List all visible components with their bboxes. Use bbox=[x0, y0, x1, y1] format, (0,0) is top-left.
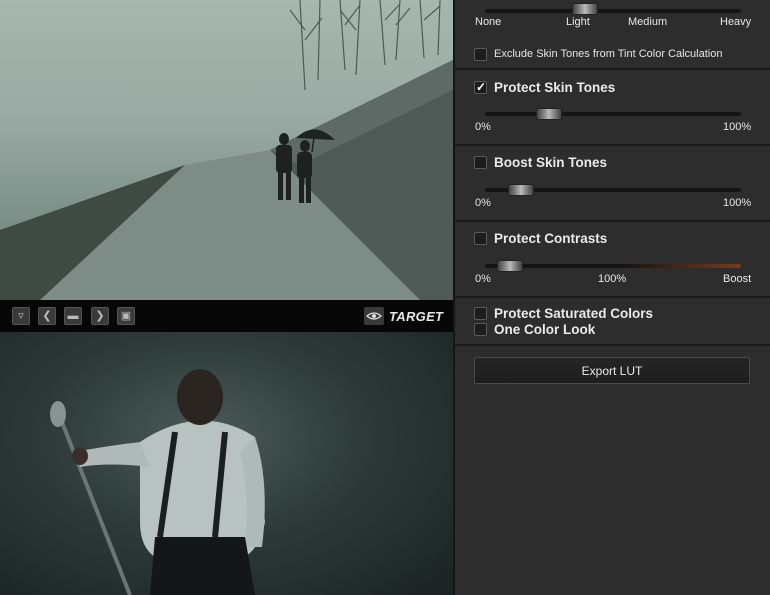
protect-contrasts-label: Protect Contrasts bbox=[494, 231, 608, 246]
tint-label-heavy: Heavy bbox=[720, 16, 752, 28]
image-area: ▿ ❮ ▬ ❯ ▣ TARGET bbox=[0, 0, 453, 595]
protect-skin-label: Protect Skin Tones bbox=[494, 80, 616, 95]
next-icon[interactable]: ❯ bbox=[91, 307, 109, 325]
fog-scene-graphic bbox=[0, 0, 453, 300]
protect-contrasts-slider-track[interactable] bbox=[485, 264, 741, 268]
tint-label-light: Light bbox=[566, 16, 590, 28]
check-icon: ✓ bbox=[476, 80, 487, 94]
boost-skin-checkbox[interactable] bbox=[474, 156, 487, 169]
protect-skin-checkbox[interactable]: ✓ bbox=[474, 80, 487, 94]
protect-saturated-checkbox[interactable] bbox=[474, 307, 487, 320]
eye-icon[interactable] bbox=[364, 307, 384, 325]
protect-contrasts-checkbox[interactable] bbox=[474, 232, 487, 245]
protect-contrasts-slider-thumb[interactable] bbox=[496, 260, 523, 272]
one-color-look-checkbox[interactable] bbox=[474, 323, 487, 336]
folder-icon[interactable]: ▬ bbox=[64, 307, 82, 325]
prev-icon[interactable]: ❮ bbox=[38, 307, 56, 325]
singer-scene-graphic bbox=[50, 369, 265, 595]
settings-panel: None Light Medium Heavy Exclude Skin Ton… bbox=[455, 0, 770, 595]
protect-skin-min: 0% bbox=[475, 121, 491, 133]
protect-contrasts-min: 0% bbox=[475, 273, 491, 285]
tint-label-medium: Medium bbox=[628, 16, 668, 28]
protect-skin-slider-thumb[interactable] bbox=[535, 108, 562, 120]
target-label: TARGET bbox=[389, 309, 444, 324]
protect-skin-slider-track[interactable] bbox=[485, 112, 741, 116]
tint-section: None Light Medium Heavy Exclude Skin Ton… bbox=[455, 0, 770, 70]
source-image bbox=[0, 0, 453, 300]
boost-skin-slider-thumb[interactable] bbox=[508, 184, 534, 196]
boost-skin-label: Boost Skin Tones bbox=[494, 155, 608, 170]
image-toolbar: ▿ ❮ ▬ ❯ ▣ TARGET bbox=[0, 300, 453, 332]
export-lut-button[interactable]: Export LUT bbox=[474, 357, 750, 384]
protect-skin-max: 100% bbox=[723, 121, 752, 133]
boost-skin-section: Boost Skin Tones 0% 100% bbox=[455, 146, 770, 222]
tint-slider-thumb[interactable] bbox=[572, 3, 599, 15]
protect-contrasts-mid: 100% bbox=[598, 273, 627, 285]
color-options-section: Protect Saturated Colors One Color Look bbox=[455, 298, 770, 346]
exclude-skin-label: Exclude Skin Tones from Tint Color Calcu… bbox=[494, 48, 723, 60]
protect-contrasts-section: Protect Contrasts 0% 100% Boost bbox=[455, 222, 770, 298]
exclude-skin-checkbox[interactable] bbox=[474, 48, 487, 61]
protect-contrasts-max: Boost bbox=[723, 273, 752, 285]
target-image bbox=[0, 332, 453, 595]
boost-skin-max: 100% bbox=[723, 197, 752, 209]
boost-skin-min: 0% bbox=[475, 197, 491, 209]
protect-skin-section: ✓ Protect Skin Tones 0% 100% bbox=[455, 70, 770, 146]
save-preset-icon[interactable]: ▿ bbox=[12, 307, 30, 325]
save-icon[interactable]: ▣ bbox=[117, 307, 135, 325]
tint-label-none: None bbox=[475, 16, 502, 28]
tint-slider-track[interactable] bbox=[485, 9, 741, 13]
protect-saturated-label: Protect Saturated Colors bbox=[494, 306, 654, 321]
one-color-look-label: One Color Look bbox=[494, 322, 596, 337]
